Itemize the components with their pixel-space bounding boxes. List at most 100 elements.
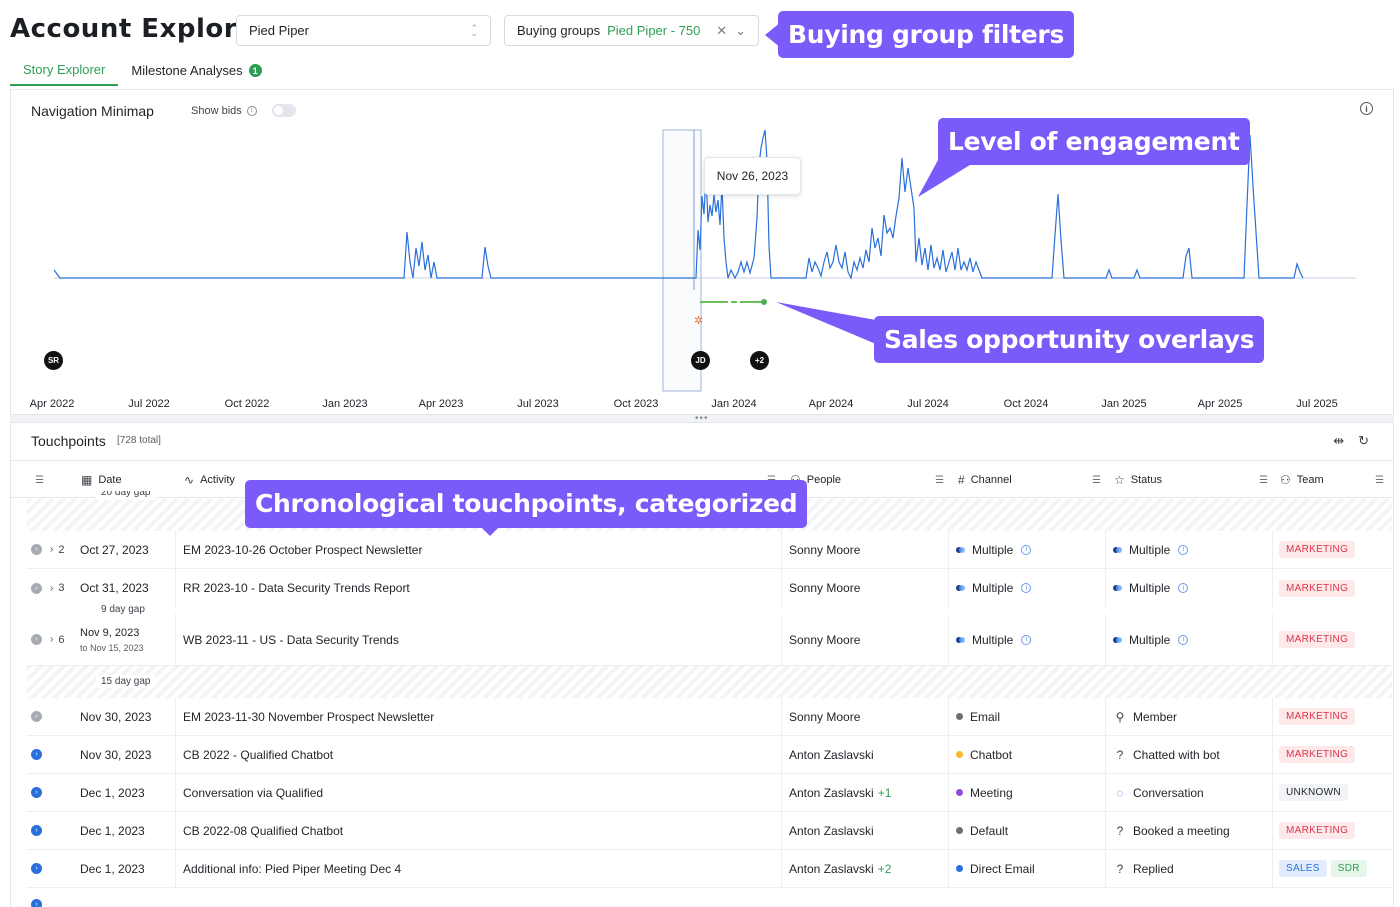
row-state-icon: › [31,736,42,773]
column-label: Activity [200,474,235,486]
chevron-right-icon[interactable]: › [50,583,53,594]
team-tag: MARKETING [1279,541,1356,558]
row-channel: Multiple i [956,531,1032,568]
row-channel: Chatbot [956,736,1012,773]
column-header-status[interactable]: ☆ Status ☰ [1114,461,1276,499]
refresh-icon[interactable]: ↻ [1358,433,1369,449]
touchpoints-title: Touchpoints [31,433,106,449]
callout-sales-opportunity: Sales opportunity overlays [874,316,1265,363]
filter-icon[interactable]: ☰ [1375,475,1384,486]
axis-tick-label: Jul 2022 [128,398,170,410]
axis-tick-label: Jul 2023 [517,398,559,410]
row-team: MARKETING [1279,569,1359,607]
info-icon[interactable]: i [1178,544,1189,555]
row-activity[interactable]: CB 2022 - Qualified Chatbot [183,736,333,773]
table-row[interactable]: › Dec 1, 2023 CB 2022-08 Qualified Chatb… [27,812,1392,850]
filter-icon[interactable]: ☰ [1259,475,1268,486]
channel-label: Meeting [970,785,1013,800]
row-state-icon: › [31,774,42,811]
channel-label: Multiple [972,632,1014,647]
column-header-people[interactable]: ⚇ People ☰ [790,461,952,499]
chevron-right-icon[interactable]: › [50,634,53,645]
chevron-right-icon[interactable]: › [50,544,53,555]
date-tooltip: Nov 26, 2023 [704,157,801,195]
people-extra-count[interactable]: +1 [878,786,892,800]
table-row[interactable]: › Dec 1, 2023 Additional info: Pied Pipe… [27,850,1392,888]
multiple-icon [1113,584,1123,592]
row-activity[interactable]: RR 2023-10 - Data Security Trends Report [183,569,410,607]
question-icon: ? [1116,861,1124,876]
row-state-icon: ‹ › 6 [31,614,64,665]
axis-tick-label: Jan 2023 [322,398,368,410]
row-team: MARKETING [1279,698,1359,735]
row-activity[interactable]: EM 2023-10-26 October Prospect Newslette… [183,531,422,568]
question-icon: ? [1116,747,1124,762]
star-icon: ☆ [1114,473,1125,487]
group-count: 6 [58,633,65,646]
row-activity[interactable]: Conversation via Qualified [183,774,323,811]
column-header-team[interactable]: ⚇ Team ☰ [1280,461,1392,499]
axis-tick-label: Oct 2022 [224,398,270,410]
team-tag: MARKETING [1279,708,1356,725]
date-start: Nov 9, 2023 [80,626,140,639]
row-activity[interactable]: Additional info: Pied Piper Meeting Dec … [183,850,401,887]
row-people[interactable]: Anton Zaslavski [789,812,874,849]
resize-handle-icon[interactable]: ••• [695,414,709,424]
channel-label: Multiple [972,542,1014,557]
row-people[interactable]: Sonny Moore [789,614,860,665]
callout-tail [481,527,499,536]
table-row[interactable]: ‹ Nov 30, 2023 EM 2023-11-30 November Pr… [27,698,1392,736]
status-label: Replied [1133,861,1174,876]
meeting-dot-icon [956,789,963,796]
sales-opportunity-end [761,299,767,305]
filter-icon[interactable]: ☰ [35,461,55,499]
filter-icon[interactable]: ☰ [1092,475,1101,486]
info-icon[interactable]: i [1178,583,1189,593]
column-label: Status [1130,474,1162,486]
table-row-partial[interactable]: › [27,888,1392,907]
info-icon[interactable]: i [1178,634,1189,645]
callout-engagement: Level of engagement [938,118,1250,165]
gap-label: 15 day gap [96,675,156,688]
row-status: ◌ Conversation [1113,774,1203,811]
axis-tick-label: Jul 2024 [907,398,949,410]
row-activity[interactable]: CB 2022-08 Qualified Chatbot [183,812,343,849]
row-people[interactable]: Anton Zaslavski +1 [789,774,891,811]
status-label: Member [1133,709,1178,724]
row-people[interactable]: Anton Zaslavski +2 [789,850,891,887]
column-header-channel[interactable]: # Channel ☰ [958,461,1109,499]
row-people[interactable]: Anton Zaslavski [789,736,874,773]
row-state-icon: › [31,812,42,849]
row-status: Multiple i [1113,569,1189,607]
info-icon[interactable]: i [1021,583,1032,593]
table-row[interactable]: ‹ › 6 Nov 9, 2023 to Nov 15, 2023 WB 2023-… [27,614,1392,666]
question-icon: ? [1116,823,1124,838]
table-row[interactable]: ‹ › 2 Oct 27, 2023 EM 2023-10-26 October P… [27,531,1392,569]
row-people[interactable]: Sonny Moore [789,698,860,735]
avatar[interactable]: +2 [750,351,769,370]
table-row[interactable]: ‹ › 3 Oct 31, 2023 RR 2023-10 - Data Secur… [27,569,1392,607]
info-icon[interactable]: i [1021,634,1032,645]
table-row[interactable]: › Dec 1, 2023 Conversation via Qualified… [27,774,1392,812]
info-icon[interactable]: i [1021,544,1032,555]
people-extra-count[interactable]: +2 [878,862,892,876]
row-state-icon: ‹ › 3 [31,569,64,607]
axis-tick-label: Jul 2025 [1296,398,1338,410]
expand-columns-icon[interactable]: ⇹ [1333,433,1344,449]
avatar[interactable]: SR [44,351,63,370]
table-row[interactable]: › Nov 30, 2023 CB 2022 - Qualified Chatb… [27,736,1392,774]
row-date: Dec 1, 2023 [80,823,145,838]
callout-touchpoints: Chronological touchpoints, categorized [245,480,808,528]
avatar[interactable]: JD [691,351,710,370]
hash-icon: # [958,473,965,487]
filter-icon[interactable]: ☰ [935,475,944,486]
row-date: Nov 9, 2023 to Nov 15, 2023 [80,614,144,665]
calendar-icon: ▦ [81,473,93,487]
group-count: 3 [58,582,65,594]
row-activity[interactable]: WB 2023-11 - US - Data Security Trends [183,614,399,665]
row-activity[interactable]: EM 2023-11-30 November Prospect Newslett… [183,698,434,735]
row-date: Nov 30, 2023 [80,709,152,724]
row-people[interactable]: Sonny Moore [789,569,860,607]
date-end: to Nov 15, 2023 [80,642,144,653]
row-people[interactable]: Sonny Moore [789,531,860,568]
